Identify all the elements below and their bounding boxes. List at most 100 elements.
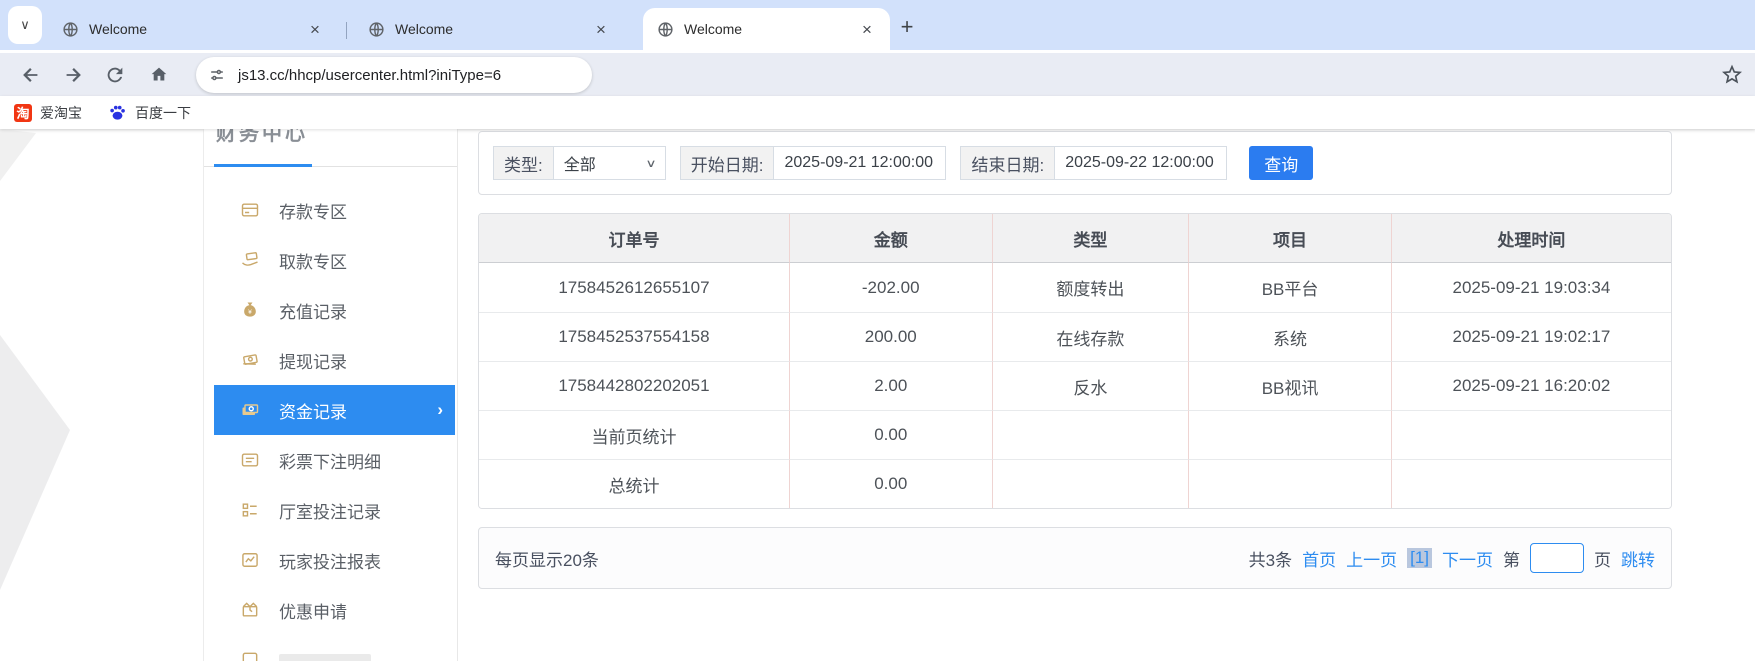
jump-suffix-label: 页 (1594, 550, 1611, 570)
cell-amount: 2.00 (788, 361, 992, 410)
type-filter-group: 类型: 全部 ∨ (493, 146, 666, 180)
star-icon (1722, 64, 1742, 84)
bookmarks-bar: 淘 爱淘宝 百度一下 (0, 96, 1755, 129)
table-row-total-stats: 总统计 0.00 (479, 459, 1671, 508)
sidebar-item-withdraw-zone[interactable]: 取款专区 (204, 235, 457, 285)
cell-time: 2025-09-21 19:02:17 (1390, 312, 1671, 361)
back-button[interactable] (20, 64, 44, 88)
bookmark-star-button[interactable] (1721, 63, 1743, 85)
sidebar-item-label: 资金记录 (279, 402, 347, 422)
home-icon (151, 67, 167, 81)
pagination-bar: 每页显示20条 共3条 首页 上一页 [1] 下一页 第 页 跳转 (478, 527, 1672, 589)
close-icon[interactable]: × (858, 21, 876, 38)
sidebar-item-recharge-records[interactable]: ¥ 充值记录 (204, 285, 457, 335)
home-button[interactable] (148, 64, 172, 88)
search-button[interactable]: 查询 (1249, 146, 1314, 180)
page-jump-input[interactable] (1530, 543, 1584, 573)
forward-button[interactable] (62, 64, 86, 88)
chevron-down-icon: ∨ (20, 17, 30, 32)
filter-panel: 类型: 全部 ∨ 开始日期: 结束日期: 查询 (478, 131, 1672, 195)
close-icon[interactable]: × (306, 21, 324, 38)
type-select[interactable]: 全部 ∨ (553, 146, 666, 180)
arrow-right-icon (66, 68, 81, 82)
money-bag-icon: ¥ (244, 302, 256, 317)
current-page-indicator[interactable]: [1] (1407, 548, 1432, 568)
cell-amount: 0.00 (788, 459, 992, 508)
tab-welcome-3-active[interactable]: Welcome × (643, 8, 890, 50)
reload-button[interactable] (104, 64, 128, 88)
hand-money-icon (241, 252, 258, 266)
sidebar-item-promo-application[interactable]: 优惠申请 (204, 585, 457, 635)
tab-divider (346, 22, 347, 39)
total-count-label: 共3条 (1248, 550, 1293, 570)
cell-order-no: 1758452537554158 (479, 312, 789, 361)
tab-welcome-2[interactable]: Welcome × (354, 8, 624, 50)
sidebar: 财务中心 存款专区 取款专区 ¥ 充值记录 提现记录 资金记录 › 彩票下注明细… (203, 129, 458, 661)
column-header-time: 处理时间 (1390, 214, 1671, 263)
table-row: 1758452612655107 -202.00 额度转出 BB平台 2025-… (479, 263, 1671, 312)
cell-order-no: 1758442802202051 (479, 361, 789, 410)
arrow-left-icon (23, 68, 38, 82)
sidebar-item-label: 取款专区 (279, 252, 347, 272)
jump-action-link[interactable]: 跳转 (1621, 546, 1655, 571)
start-date-group: 开始日期: (679, 146, 947, 180)
fund-money-icon (242, 404, 259, 415)
taobao-icon: 淘 (14, 103, 32, 122)
sidebar-active-underline (214, 164, 312, 167)
sidebar-item-fund-records-active[interactable]: 资金记录 › (214, 385, 455, 435)
sidebar-item-label-cutoff (279, 654, 371, 661)
cell-project: BB视讯 (1188, 361, 1391, 410)
url-text: js13.cc/hhcp/usercenter.html?iniType=6 (238, 66, 502, 84)
tab-search-button[interactable]: ∨ (8, 6, 42, 44)
sidebar-item-partial[interactable] (204, 635, 457, 661)
cell-amount: -202.00 (788, 263, 992, 312)
cell-amount: 0.00 (788, 410, 992, 459)
new-tab-button[interactable]: + (892, 12, 922, 42)
close-icon[interactable]: × (592, 21, 610, 38)
sidebar-item-withdrawal-records[interactable]: 提现记录 (204, 335, 457, 385)
grid-list-icon (242, 503, 257, 517)
tab-title: Welcome (684, 21, 743, 37)
sidebar-item-deposit-zone[interactable]: 存款专区 (204, 185, 457, 235)
table-row-page-stats: 当前页统计 0.00 (479, 410, 1671, 459)
tab-title: Welcome (89, 21, 148, 37)
deposit-card-icon (241, 203, 259, 217)
end-date-input[interactable] (1055, 146, 1228, 180)
globe-icon (658, 21, 673, 37)
sidebar-item-lottery-bet-details[interactable]: 彩票下注明细 (204, 435, 457, 485)
tab-welcome-1[interactable]: Welcome × (48, 8, 338, 50)
sidebar-item-label: 彩票下注明细 (279, 452, 381, 472)
browser-toolbar: js13.cc/hhcp/usercenter.html?iniType=6 (0, 50, 1755, 96)
first-page-link[interactable]: 首页 (1302, 546, 1336, 571)
address-bar[interactable]: js13.cc/hhcp/usercenter.html?iniType=6 (196, 57, 592, 93)
column-header-type: 类型 (991, 214, 1189, 263)
baidu-paw-icon (110, 105, 125, 120)
cell-stat-label: 总统计 (479, 459, 789, 508)
site-info-icon[interactable] (208, 66, 226, 84)
bookmark-label: 百度一下 (135, 104, 191, 121)
cell-empty (1188, 410, 1391, 459)
next-page-link[interactable]: 下一页 (1442, 546, 1493, 571)
sidebar-item-hall-bet-records[interactable]: 厅室投注记录 (204, 485, 457, 535)
cell-type: 在线存款 (991, 312, 1189, 361)
sidebar-item-label: 玩家投注报表 (279, 552, 381, 572)
svg-text:¥: ¥ (248, 309, 252, 316)
bookmark-baidu[interactable]: 百度一下 (108, 103, 191, 123)
start-date-label: 开始日期: (679, 146, 775, 180)
sidebar-item-player-bet-report[interactable]: 玩家投注报表 (204, 535, 457, 585)
jump-prefix-label: 第 (1503, 550, 1520, 570)
tab-title: Welcome (395, 21, 454, 37)
generic-icon (242, 652, 258, 661)
table-row: 1758442802202051 2.00 反水 BB视讯 2025-09-21… (479, 361, 1671, 410)
chevron-down-icon: ∨ (645, 157, 657, 170)
sidebar-title: 财务中心 (216, 129, 308, 145)
cell-type: 反水 (991, 361, 1189, 410)
cell-time: 2025-09-21 19:03:34 (1390, 263, 1671, 312)
end-date-group: 结束日期: (960, 146, 1228, 180)
bookmark-taobao[interactable]: 淘 爱淘宝 (14, 103, 82, 123)
banknotes-icon (243, 354, 258, 365)
start-date-input[interactable] (774, 146, 947, 180)
column-header-project: 项目 (1188, 214, 1391, 263)
browser-window: ∨ Welcome × Welcome × Welcome × + js13.c… (0, 0, 1755, 661)
prev-page-link[interactable]: 上一页 (1346, 546, 1397, 571)
